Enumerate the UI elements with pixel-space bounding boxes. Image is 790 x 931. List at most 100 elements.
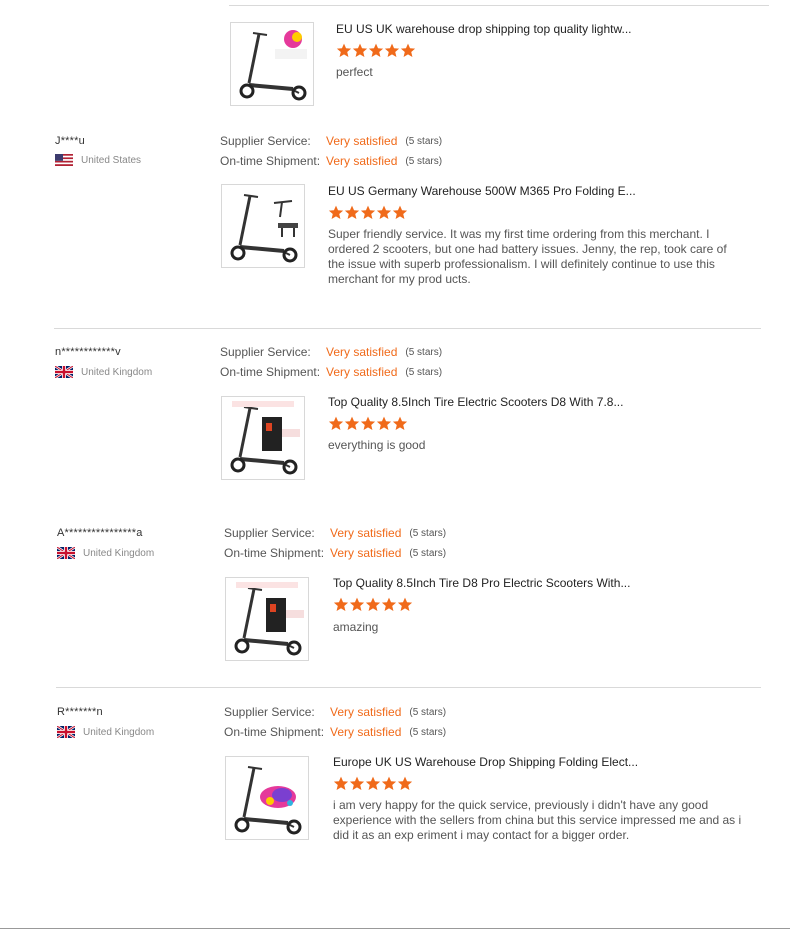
- product-thumbnail[interactable]: [225, 577, 309, 661]
- rating-stars: [333, 597, 413, 612]
- review-comment: amazing: [333, 620, 379, 634]
- star-icon: [360, 416, 376, 431]
- review-divider: [56, 687, 761, 688]
- supplier-service-row: Supplier Service: Very satisfied (5 star…: [220, 345, 442, 359]
- supplier-service-row: Supplier Service: Very satisfied (5 star…: [224, 705, 446, 719]
- rating-stars: [328, 416, 408, 431]
- scooter-parts-icon: [222, 185, 298, 267]
- shipment-label: On-time Shipment:: [220, 154, 321, 168]
- reviewer-country: United Kingdom: [57, 547, 154, 559]
- star-icon: [349, 776, 365, 791]
- country-label: United Kingdom: [83, 726, 155, 738]
- shipment-label: On-time Shipment:: [224, 725, 325, 739]
- review-comment: perfect: [336, 65, 373, 79]
- uk-flag-icon: [57, 547, 75, 559]
- scooter-2020-badge-icon: [231, 30, 307, 105]
- shipment-stars: (5 stars): [405, 366, 443, 378]
- supplier-service-stars: (5 stars): [409, 706, 447, 718]
- scooter-warehouse-icon: [226, 582, 304, 660]
- star-icon: [392, 416, 408, 431]
- supplier-service-value: Very satisfied: [330, 705, 402, 719]
- star-icon: [381, 597, 397, 612]
- shipment-row: On-time Shipment: Very satisfied (5 star…: [224, 725, 446, 739]
- review-comment: Super friendly service. It was my first …: [328, 227, 727, 286]
- supplier-service-label: Supplier Service:: [224, 526, 315, 540]
- star-icon: [360, 205, 376, 220]
- supplier-service-value: Very satisfied: [326, 345, 398, 359]
- star-icon: [349, 597, 365, 612]
- review-comment: i am very happy for the quick service, p…: [333, 798, 742, 842]
- product-title[interactable]: Top Quality 8.5Inch Tire Electric Scoote…: [328, 395, 623, 409]
- product-title[interactable]: EU US UK warehouse drop shipping top qua…: [336, 22, 632, 36]
- shipment-label: On-time Shipment:: [220, 365, 321, 379]
- star-icon: [376, 416, 392, 431]
- reviewer-country: United Kingdom: [57, 726, 154, 738]
- supplier-service-label: Supplier Service:: [220, 345, 311, 359]
- reviewer-name: R*******n: [57, 706, 103, 718]
- rating-stars: [333, 776, 413, 791]
- star-icon: [392, 205, 408, 220]
- product-title[interactable]: EU US Germany Warehouse 500W M365 Pro Fo…: [328, 184, 636, 198]
- product-title[interactable]: Top Quality 8.5Inch Tire D8 Pro Electric…: [333, 576, 630, 590]
- shipment-value: Very satisfied: [326, 154, 398, 168]
- star-icon: [365, 776, 381, 791]
- scooter-warehouse-icon: [222, 401, 300, 479]
- star-icon: [384, 43, 400, 58]
- shipment-stars: (5 stars): [405, 155, 443, 167]
- star-icon: [376, 205, 392, 220]
- star-icon: [381, 776, 397, 791]
- star-icon: [333, 597, 349, 612]
- supplier-service-label: Supplier Service:: [224, 705, 315, 719]
- reviewer-name: J****u: [55, 135, 85, 147]
- supplier-service-label: Supplier Service:: [220, 134, 311, 148]
- product-thumbnail[interactable]: [225, 756, 309, 840]
- star-icon: [368, 43, 384, 58]
- supplier-service-stars: (5 stars): [409, 527, 447, 539]
- product-thumbnail[interactable]: [230, 22, 314, 106]
- supplier-service-stars: (5 stars): [405, 346, 443, 358]
- star-icon: [365, 597, 381, 612]
- supplier-service-row: Supplier Service: Very satisfied (5 star…: [224, 526, 446, 540]
- shipment-row: On-time Shipment: Very satisfied (5 star…: [224, 546, 446, 560]
- reviewer-country: United Kingdom: [55, 366, 152, 378]
- supplier-service-value: Very satisfied: [330, 526, 402, 540]
- star-icon: [352, 43, 368, 58]
- star-icon: [344, 205, 360, 220]
- supplier-service-value: Very satisfied: [326, 134, 398, 148]
- shipment-stars: (5 stars): [409, 726, 447, 738]
- star-icon: [344, 416, 360, 431]
- us-flag-icon: [55, 154, 73, 166]
- reviewer-name: A****************a: [57, 527, 143, 539]
- top-divider: [229, 5, 769, 6]
- star-icon: [336, 43, 352, 58]
- shipment-value: Very satisfied: [330, 546, 402, 560]
- shipment-value: Very satisfied: [326, 365, 398, 379]
- supplier-service-row: Supplier Service: Very satisfied (5 star…: [220, 134, 442, 148]
- reviewer-name: n************v: [55, 346, 121, 358]
- uk-flag-icon: [57, 726, 75, 738]
- country-label: United Kingdom: [81, 366, 153, 378]
- scooter-2020-badge-icon: [226, 757, 308, 839]
- review-divider: [54, 328, 761, 329]
- shipment-stars: (5 stars): [409, 547, 447, 559]
- country-label: United States: [81, 154, 142, 166]
- country-label: United Kingdom: [83, 547, 155, 559]
- star-icon: [397, 776, 413, 791]
- bottom-divider: [0, 928, 790, 929]
- rating-stars: [336, 43, 416, 58]
- star-icon: [400, 43, 416, 58]
- shipment-value: Very satisfied: [330, 725, 402, 739]
- star-icon: [397, 597, 413, 612]
- product-thumbnail[interactable]: [221, 396, 305, 480]
- review-comment: everything is good: [328, 438, 426, 452]
- rating-stars: [328, 205, 408, 220]
- shipment-label: On-time Shipment:: [224, 546, 325, 560]
- product-title[interactable]: Europe UK US Warehouse Drop Shipping Fol…: [333, 755, 638, 769]
- reviewer-country: United States: [55, 154, 141, 166]
- product-thumbnail[interactable]: [221, 184, 305, 268]
- uk-flag-icon: [55, 366, 73, 378]
- supplier-service-stars: (5 stars): [405, 135, 443, 147]
- shipment-row: On-time Shipment: Very satisfied (5 star…: [220, 365, 442, 379]
- star-icon: [333, 776, 349, 791]
- shipment-row: On-time Shipment: Very satisfied (5 star…: [220, 154, 442, 168]
